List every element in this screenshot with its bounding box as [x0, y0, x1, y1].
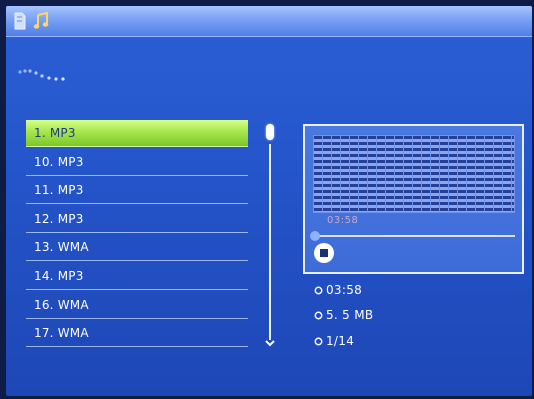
playlist-item[interactable]: 16. WMA: [26, 292, 248, 319]
clock-icon: [314, 286, 323, 294]
loading-dots-icon: [18, 69, 65, 81]
top-bar: [6, 6, 532, 37]
music-note-icon[interactable]: [33, 12, 49, 30]
chevron-down-icon[interactable]: [264, 338, 276, 348]
photo-frame-screen: 1. MP3 10. MP3 11. MP3 12. MP3 13. WMA 1…: [6, 6, 532, 396]
file-size-icon: [314, 311, 323, 319]
track-index-value: 1/14: [326, 334, 355, 348]
info-file-size: 5. 5 MB: [314, 307, 373, 323]
duration-value: 03:58: [326, 283, 363, 297]
stop-icon: [320, 249, 328, 257]
playlist-item[interactable]: 14. MP3: [26, 263, 248, 290]
file-size-value: 5. 5 MB: [326, 308, 374, 322]
progress-bar[interactable]: [310, 231, 515, 241]
info-track-index: 1/14: [314, 333, 354, 349]
scrollbar-track: [269, 144, 271, 340]
track-index-icon: [314, 337, 323, 345]
playlist-item[interactable]: 12. MP3: [26, 206, 248, 233]
playlist-item[interactable]: 17. WMA: [26, 320, 248, 348]
progress-knob[interactable]: [310, 231, 320, 241]
playlist-item[interactable]: 10. MP3: [26, 149, 248, 176]
stop-button[interactable]: [314, 243, 334, 263]
memory-card-icon: [14, 12, 26, 30]
playlist-scrollbar[interactable]: [265, 124, 275, 347]
info-duration: 03:58: [314, 282, 362, 298]
playlist-item[interactable]: 1. MP3: [26, 120, 248, 147]
playlist-item[interactable]: 13. WMA: [26, 234, 248, 262]
scrollbar-thumb[interactable]: [266, 124, 274, 140]
playlist-item[interactable]: 11. MP3: [26, 177, 248, 205]
playlist: 1. MP3 10. MP3 11. MP3 12. MP3 13. WMA 1…: [26, 120, 248, 349]
player-panel: 03:58: [303, 124, 524, 274]
equalizer-bars-icon: [313, 135, 515, 213]
elapsed-time: 03:58: [327, 215, 359, 226]
